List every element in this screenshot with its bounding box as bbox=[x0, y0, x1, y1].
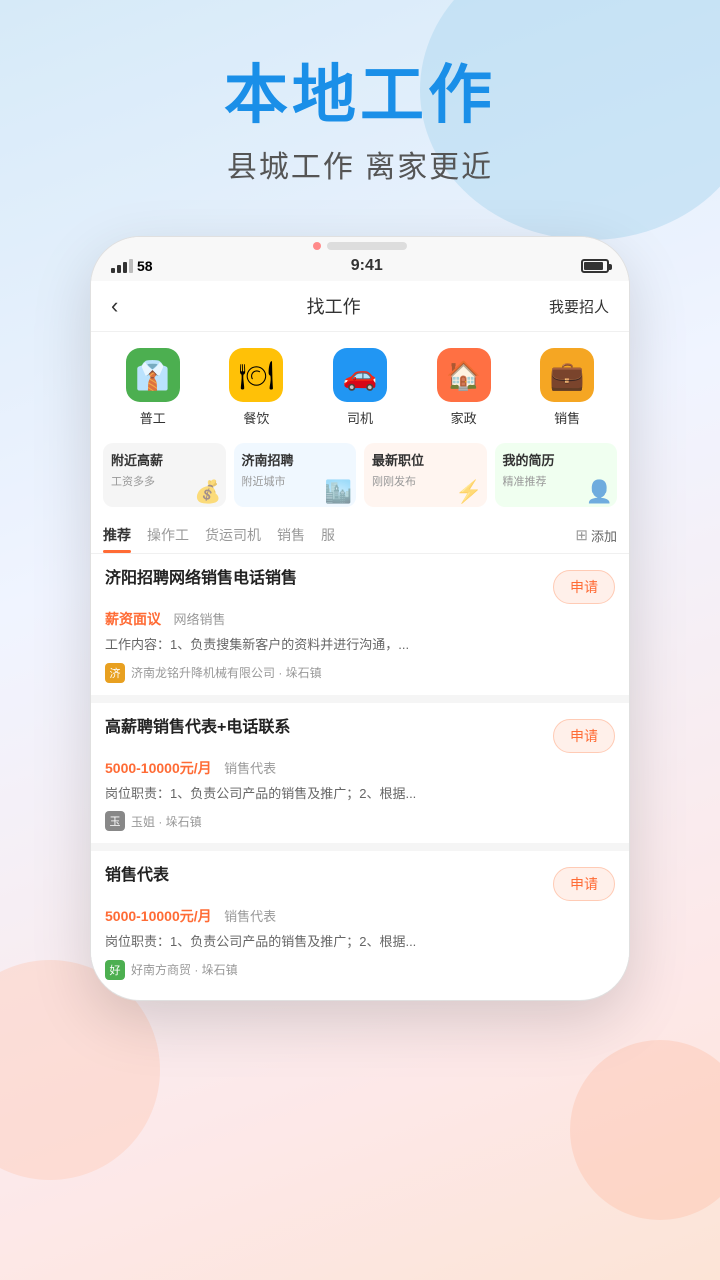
job-title-job-2: 高薪聘销售代表+电话联系 bbox=[105, 717, 543, 739]
job-company-job-2: 玉 玉姐 · 垛石镇 bbox=[105, 811, 615, 831]
quick-link-thumb-jinan-recruit: 🏙️ bbox=[325, 479, 352, 505]
battery-fill bbox=[584, 262, 603, 270]
job-salary-job-3: 5000-10000元/月 bbox=[105, 908, 212, 924]
job-card-job-3[interactable]: 销售代表 申请 5000-10000元/月 销售代表 岗位职责：1、负责公司产品… bbox=[91, 851, 629, 992]
tab-add-button[interactable]: ⊞添加 bbox=[575, 526, 617, 553]
category-icon-sales: 💼 bbox=[540, 348, 594, 402]
category-label-driver: 司机 bbox=[347, 408, 373, 427]
plus-icon: ⊞ bbox=[575, 526, 588, 544]
job-desc-job-3: 岗位职责：1、负责公司产品的销售及推广；2、根据... bbox=[105, 932, 615, 952]
quick-link-title-latest-jobs: 最新职位 bbox=[372, 453, 479, 470]
back-button[interactable]: ‹ bbox=[111, 293, 118, 319]
status-left: 58 bbox=[111, 258, 153, 274]
category-item-sales[interactable]: 💼 销售 bbox=[540, 348, 594, 427]
quick-link-title-jinan-recruit: 济南招聘 bbox=[242, 453, 349, 470]
bg-blob-bottom-right bbox=[570, 1040, 720, 1220]
status-time: 9:41 bbox=[351, 257, 383, 275]
job-company-job-1: 济 济南龙铭升降机械有限公司 · 垛石镇 bbox=[105, 663, 615, 683]
company-name-job-2: 玉姐 · 垛石镇 bbox=[131, 813, 202, 830]
quick-link-thumb-latest-jobs: ⚡ bbox=[455, 479, 482, 505]
job-company-job-3: 好 好南方商贸 · 垛石镇 bbox=[105, 960, 615, 980]
quick-link-thumb-my-resume: 👤 bbox=[586, 479, 613, 505]
nav-bar: ‹ 找工作 我要招人 bbox=[91, 281, 629, 332]
signal-bars bbox=[111, 259, 133, 273]
app-header: 本地工作 县城工作 离家更近 bbox=[0, 0, 720, 216]
signal-bar-2 bbox=[117, 265, 121, 273]
status-bar: 58 9:41 bbox=[91, 251, 629, 281]
category-label-general-worker: 普工 bbox=[140, 408, 166, 427]
nav-title: 找工作 bbox=[307, 293, 361, 319]
signal-strength: 58 bbox=[137, 258, 153, 274]
category-item-general-worker[interactable]: 👔 普工 bbox=[126, 348, 180, 427]
category-label-housekeeping: 家政 bbox=[451, 408, 477, 427]
category-icon-general-worker: 👔 bbox=[126, 348, 180, 402]
company-name-job-1: 济南龙铭升降机械有限公司 · 垛石镇 bbox=[131, 664, 322, 681]
job-card-job-1[interactable]: 济阳招聘网络销售电话销售 申请 薪资面议 网络销售 工作内容：1、负责搜集新客户… bbox=[91, 554, 629, 695]
job-type-job-2: 销售代表 bbox=[224, 761, 276, 776]
signal-bar-3 bbox=[123, 262, 127, 273]
category-icon-driver: 🚗 bbox=[333, 348, 387, 402]
quick-link-title-my-resume: 我的简历 bbox=[503, 453, 610, 470]
recruit-button[interactable]: 我要招人 bbox=[549, 296, 609, 317]
quick-link-nearby-high-pay[interactable]: 附近高薪 工资多多 💰 bbox=[103, 443, 226, 507]
tab-more[interactable]: 服 bbox=[321, 525, 335, 553]
company-name-job-3: 好南方商贸 · 垛石镇 bbox=[131, 961, 238, 978]
category-icon-housekeeping: 🏠 bbox=[437, 348, 491, 402]
tab-operator[interactable]: 操作工 bbox=[147, 525, 189, 553]
apply-button-job-3[interactable]: 申请 bbox=[553, 867, 615, 901]
app-title: 本地工作 bbox=[0, 60, 720, 130]
tabs-section: 推荐操作工货运司机销售服 ⊞添加 bbox=[91, 515, 629, 554]
app-subtitle: 县城工作 离家更近 bbox=[0, 142, 720, 186]
apply-button-job-2[interactable]: 申请 bbox=[553, 719, 615, 753]
phone-content: 👔 普工 🍽 餐饮 🚗 司机 🏠 家政 💼 销售 附近高薪 工资多多 💰 济南招… bbox=[91, 332, 629, 992]
company-logo-job-1: 济 bbox=[105, 663, 125, 683]
status-right bbox=[581, 259, 609, 273]
category-item-driver[interactable]: 🚗 司机 bbox=[333, 348, 387, 427]
tab-add-label: 添加 bbox=[591, 526, 617, 545]
quick-link-title-nearby-high-pay: 附近高薪 bbox=[111, 453, 218, 470]
tab-freight-driver[interactable]: 货运司机 bbox=[205, 525, 261, 553]
quick-link-jinan-recruit[interactable]: 济南招聘 附近城市 🏙️ bbox=[234, 443, 357, 507]
category-section: 👔 普工 🍽 餐饮 🚗 司机 🏠 家政 💼 销售 bbox=[91, 332, 629, 435]
tab-recommend[interactable]: 推荐 bbox=[103, 525, 131, 553]
company-logo-job-3: 好 bbox=[105, 960, 125, 980]
job-salary-job-1: 薪资面议 bbox=[105, 611, 161, 627]
quick-link-my-resume[interactable]: 我的简历 精准推荐 👤 bbox=[495, 443, 618, 507]
battery-icon bbox=[581, 259, 609, 273]
job-title-job-3: 销售代表 bbox=[105, 865, 543, 887]
category-label-food-service: 餐饮 bbox=[243, 408, 269, 427]
category-label-sales: 销售 bbox=[554, 408, 580, 427]
job-card-top: 高薪聘销售代表+电话联系 申请 bbox=[105, 717, 615, 753]
company-logo-job-2: 玉 bbox=[105, 811, 125, 831]
phone-top-bar bbox=[91, 237, 629, 251]
job-salary-job-2: 5000-10000元/月 bbox=[105, 760, 212, 776]
quick-link-latest-jobs[interactable]: 最新职位 刚刚发布 ⚡ bbox=[364, 443, 487, 507]
category-item-food-service[interactable]: 🍽 餐饮 bbox=[229, 348, 283, 427]
category-item-housekeeping[interactable]: 🏠 家政 bbox=[437, 348, 491, 427]
tab-sales-tab[interactable]: 销售 bbox=[277, 525, 305, 553]
job-list: 济阳招聘网络销售电话销售 申请 薪资面议 网络销售 工作内容：1、负责搜集新客户… bbox=[91, 554, 629, 992]
phone-mockup: 58 9:41 ‹ 找工作 我要招人 👔 普工 🍽 餐饮 🚗 司机 🏠 家政 bbox=[90, 236, 630, 1001]
category-icon-food-service: 🍽 bbox=[229, 348, 283, 402]
signal-bar-1 bbox=[111, 268, 115, 273]
job-desc-job-1: 工作内容：1、负责搜集新客户的资料并进行沟通，... bbox=[105, 635, 615, 655]
quick-link-thumb-nearby-high-pay: 💰 bbox=[194, 479, 221, 505]
apply-button-job-1[interactable]: 申请 bbox=[553, 570, 615, 604]
job-type-job-3: 销售代表 bbox=[224, 909, 276, 924]
job-card-job-2[interactable]: 高薪聘销售代表+电话联系 申请 5000-10000元/月 销售代表 岗位职责：… bbox=[91, 703, 629, 844]
phone-dot bbox=[313, 242, 321, 250]
job-card-top: 济阳招聘网络销售电话销售 申请 bbox=[105, 568, 615, 604]
job-title-job-1: 济阳招聘网络销售电话销售 bbox=[105, 568, 543, 590]
job-card-top: 销售代表 申请 bbox=[105, 865, 615, 901]
job-desc-job-2: 岗位职责：1、负责公司产品的销售及推广；2、根据... bbox=[105, 784, 615, 804]
quick-links: 附近高薪 工资多多 💰 济南招聘 附近城市 🏙️ 最新职位 刚刚发布 ⚡ 我的简… bbox=[91, 435, 629, 515]
phone-pill bbox=[327, 242, 407, 250]
job-type-job-1: 网络销售 bbox=[173, 612, 225, 627]
signal-bar-4 bbox=[129, 259, 133, 273]
